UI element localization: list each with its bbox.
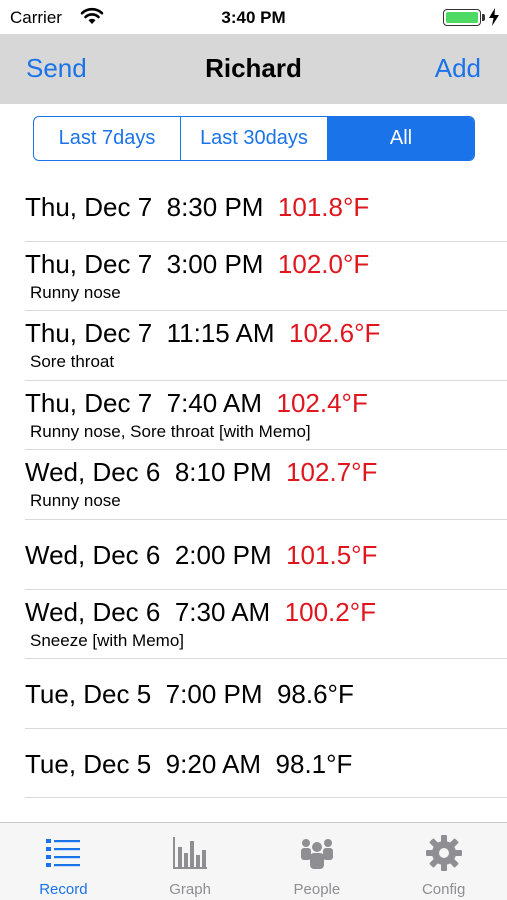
record-main-line: Thu, Dec 7 11:15 AM 102.6°F — [25, 318, 380, 349]
record-date: Tue, Dec 5 — [25, 748, 152, 779]
record-temperature: 102.7°F — [286, 457, 378, 488]
gear-icon — [424, 833, 464, 873]
status-time: 3:40 PM — [221, 8, 286, 27]
record-main-line: Wed, Dec 6 7:30 AM 100.2°F — [25, 597, 376, 628]
record-time: 11:15 AM — [166, 318, 275, 349]
record-time: 7:30 AM — [174, 596, 271, 627]
battery-icon — [443, 9, 481, 26]
record-date: Wed, Dec 6 — [25, 539, 161, 570]
page-title: Richard — [205, 53, 302, 83]
record-note: Sneeze [with Memo] — [30, 630, 185, 650]
record-date: Thu, Dec 7 — [25, 192, 153, 222]
record-main-line: Thu, Dec 7 3:00 PM 102.0°F — [25, 249, 369, 280]
record-temperature: 98.6°F — [276, 679, 354, 710]
record-time: 2:00 PM — [174, 539, 272, 570]
people-icon — [297, 833, 337, 873]
record-row[interactable]: Wed, Dec 6 7:30 AM 100.2°F Sneeze [with M… — [25, 590, 507, 660]
charging-bolt-icon — [489, 8, 499, 26]
record-row[interactable]: Thu, Dec 7 8:30 PM 101.8°F — [25, 172, 507, 242]
tab-bar: Record Graph People Config — [0, 822, 507, 900]
record-date: Thu, Dec 7 — [25, 248, 153, 279]
record-row[interactable]: Thu, Dec 7 3:00 PM 102.0°F Runny nose — [25, 242, 507, 312]
record-date: Tue, Dec 5 — [25, 679, 152, 710]
record-list: Thu, Dec 7 8:30 PM 101.8°F Thu, Dec 7 3:0… — [0, 172, 507, 799]
navigation-bar: Send Richard Add — [0, 34, 507, 104]
record-main-line: Wed, Dec 6 8:10 PM 102.7°F — [25, 457, 377, 488]
record-main-line: Thu, Dec 7 8:30 PM 101.8°F — [25, 192, 369, 223]
record-date: Thu, Dec 7 — [25, 387, 153, 418]
record-temperature: 101.5°F — [286, 539, 378, 570]
record-main-line: Wed, Dec 6 2:00 PM 101.5°F — [25, 540, 377, 571]
record-note: Runny nose, Sore throat [with Memo] — [30, 421, 311, 441]
record-temperature: 101.8°F — [277, 192, 370, 222]
period-segmented-control: Last 7days Last 30days All — [33, 116, 475, 161]
status-bar: Carrier 3:40 PM — [0, 0, 507, 34]
record-row[interactable]: Wed, Dec 6 2:00 PM 101.5°F — [25, 520, 507, 590]
tab-record[interactable]: Record — [0, 823, 127, 900]
tab-label: Record — [39, 881, 88, 898]
record-time: 8:30 PM — [166, 192, 264, 222]
add-button[interactable]: Add — [435, 53, 481, 84]
record-temperature: 102.0°F — [277, 248, 370, 279]
record-note: Runny nose — [30, 491, 121, 511]
record-temperature: 102.4°F — [276, 387, 368, 418]
record-date: Thu, Dec 7 — [25, 318, 153, 349]
tab-people[interactable]: People — [254, 823, 381, 900]
record-row[interactable]: Tue, Dec 5 7:00 PM 98.6°F — [25, 659, 507, 729]
record-main-line: Tue, Dec 5 9:20 AM 98.1°F — [25, 749, 352, 780]
tab-config[interactable]: Config — [380, 823, 507, 900]
segment-last-7days[interactable]: Last 7days — [34, 117, 180, 160]
record-main-line: Tue, Dec 5 7:00 PM 98.6°F — [25, 679, 354, 710]
record-row[interactable]: Wed, Dec 6 8:10 PM 102.7°F Runny nose — [25, 450, 507, 520]
record-temperature: 100.2°F — [284, 596, 377, 627]
record-time: 8:10 PM — [174, 457, 272, 488]
segment-all[interactable]: All — [327, 117, 474, 160]
record-note: Runny nose — [30, 282, 121, 302]
tab-label: People — [293, 881, 341, 898]
segment-last-30days[interactable]: Last 30days — [180, 117, 327, 160]
tab-graph[interactable]: Graph — [127, 823, 254, 900]
record-main-line: Thu, Dec 7 7:40 AM 102.4°F — [25, 388, 368, 419]
record-row[interactable]: Tue, Dec 5 9:20 AM 98.1°F — [25, 729, 507, 799]
record-time: 7:40 AM — [166, 387, 263, 418]
record-time: 9:20 AM — [165, 748, 262, 779]
list-icon — [43, 833, 83, 873]
bar-chart-icon — [170, 833, 210, 873]
record-row[interactable]: Thu, Dec 7 11:15 AM 102.6°F Sore throat — [25, 311, 507, 381]
tab-label: Config — [421, 881, 466, 898]
record-date: Wed, Dec 6 — [25, 596, 161, 627]
battery-tip — [482, 14, 485, 21]
tab-label: Graph — [169, 881, 211, 898]
record-time: 7:00 PM — [165, 679, 263, 710]
record-time: 3:00 PM — [166, 248, 264, 279]
record-temperature: 98.1°F — [275, 748, 353, 779]
record-temperature: 102.6°F — [289, 318, 381, 349]
record-note: Sore throat — [30, 352, 115, 372]
record-date: Wed, Dec 6 — [25, 457, 161, 488]
record-row[interactable]: Thu, Dec 7 7:40 AM 102.4°F Runny nose, So… — [25, 381, 507, 451]
